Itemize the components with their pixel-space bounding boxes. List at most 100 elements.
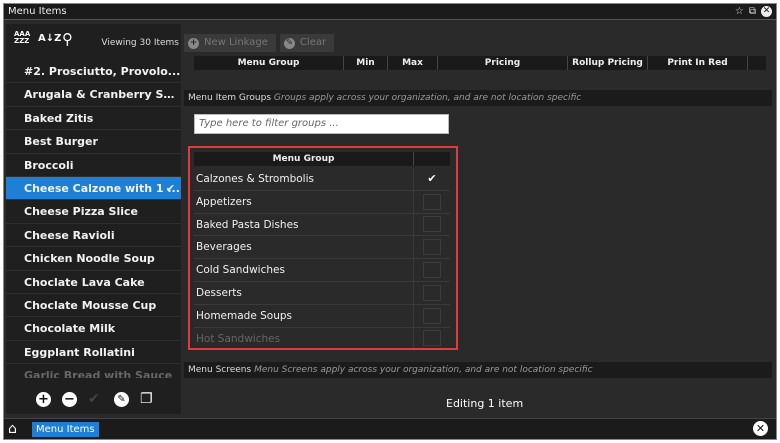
copy-icon[interactable]: ❐ bbox=[140, 391, 153, 407]
list-item-label: Choclate Mousse Cup bbox=[24, 298, 157, 312]
menu-group-rows: Calzones & Strombolis ✔ Appetizers Baked Pa… bbox=[194, 168, 450, 348]
list-item[interactable]: Broccoli bbox=[6, 154, 181, 177]
checkbox-box bbox=[423, 307, 441, 324]
list-item[interactable]: Cheese Ravioli bbox=[6, 224, 181, 248]
menu-group-name: Desserts bbox=[194, 281, 414, 304]
list-item[interactable]: Best Burger bbox=[6, 130, 181, 154]
sort-alpha-icon[interactable]: AAA ZZZ bbox=[14, 31, 30, 45]
title-bar: Menu Items ☆ ⧉ ✕ bbox=[4, 4, 776, 20]
sidebar-toolbar: AAA ZZZ A↓Z ⚲ Viewing 30 Items bbox=[6, 24, 181, 60]
menu-group-column: Menu Group bbox=[194, 152, 414, 166]
list-item-label: Chicken Noodle Soup bbox=[24, 252, 155, 266]
group-checkbox[interactable] bbox=[414, 305, 450, 327]
search-icon[interactable]: ⚲ bbox=[62, 30, 73, 48]
table-row[interactable]: Appetizers bbox=[194, 190, 450, 214]
checkbox-column bbox=[414, 152, 450, 166]
taskbar: ⌂ Menu Items ✕ bbox=[4, 418, 776, 439]
new-linkage-label: New Linkage bbox=[204, 37, 268, 48]
list-item[interactable]: Baked Zitis bbox=[6, 107, 181, 131]
clear-button[interactable]: ✎ Clear bbox=[279, 34, 335, 52]
home-icon[interactable]: ⌂ bbox=[8, 421, 17, 437]
table-row[interactable]: Hot Sandwiches bbox=[194, 327, 450, 348]
menu-group-name: Calzones & Strombolis bbox=[194, 168, 414, 190]
groups-section-note: Groups apply across your organization, a… bbox=[273, 93, 582, 103]
restore-icon[interactable]: ⧉ bbox=[749, 5, 756, 18]
list-item-label: Arugala & Cranberry Sa... bbox=[24, 88, 181, 102]
window-title: Menu Items bbox=[8, 6, 67, 17]
list-item[interactable]: Choclate Lava Cake bbox=[6, 271, 181, 294]
groups-section-title: Menu Item Groups bbox=[188, 93, 272, 103]
add-icon[interactable]: + bbox=[36, 392, 51, 407]
sort-asc-icon[interactable]: A↓Z bbox=[38, 33, 61, 44]
list-item[interactable]: Eggplant Rollatini bbox=[6, 341, 181, 365]
menu-group-name: Baked Pasta Dishes bbox=[194, 213, 414, 236]
group-checkbox[interactable] bbox=[414, 214, 450, 236]
checkbox-box bbox=[423, 216, 441, 233]
plus-icon: + bbox=[188, 37, 199, 49]
list-item[interactable]: Garlic Bread with Sauce bbox=[6, 364, 181, 378]
close-app-icon[interactable]: ✕ bbox=[753, 421, 768, 436]
linkage-toolbar: + New Linkage ✎ Clear bbox=[184, 34, 335, 52]
linkage-column-header[interactable]: Min bbox=[344, 56, 388, 70]
remove-icon[interactable]: − bbox=[62, 392, 77, 407]
group-checkbox[interactable] bbox=[414, 236, 450, 258]
menu-group-table: Menu Group Calzones & Strombolis ✔ Appetiz… bbox=[188, 146, 458, 350]
check-icon: ✔ bbox=[88, 391, 100, 407]
menu-group-name: Cold Sandwiches bbox=[194, 259, 414, 281]
eraser-icon: ✎ bbox=[283, 37, 295, 49]
linkage-column-header[interactable]: Print In Red bbox=[648, 56, 748, 70]
list-item[interactable]: Cheese Pizza Slice bbox=[6, 200, 181, 224]
linkage-column-header[interactable]: Menu Group bbox=[194, 56, 344, 70]
table-row[interactable]: Beverages bbox=[194, 236, 450, 260]
list-item[interactable]: Cheese Calzone with 1 ... ✔ bbox=[6, 176, 181, 201]
selected-check-icon: ✔ bbox=[165, 181, 175, 195]
table-row[interactable]: Cold Sandwiches bbox=[194, 259, 450, 282]
menu-group-name: Homemade Soups bbox=[194, 304, 414, 327]
checkmark-icon: ✔ bbox=[427, 172, 437, 186]
list-item-label: Chocolate Milk bbox=[24, 322, 116, 336]
list-item[interactable]: Chicken Noodle Soup bbox=[6, 247, 181, 271]
group-checkbox[interactable]: ✔ bbox=[414, 168, 450, 190]
menu-items-window: Menu Items ☆ ⧉ ✕ AAA ZZZ A↓Z ⚲ Viewing 3… bbox=[3, 3, 777, 440]
table-row[interactable]: Homemade Soups bbox=[194, 304, 450, 328]
menu-group-name: Beverages bbox=[194, 236, 414, 259]
group-filter-input[interactable]: Type here to filter groups ... bbox=[194, 114, 449, 134]
group-checkbox[interactable] bbox=[414, 191, 450, 213]
window-controls: ☆ ⧉ ✕ bbox=[735, 5, 772, 18]
checkbox-box bbox=[423, 239, 441, 256]
groups-section-header: Menu Item Groups Groups apply across you… bbox=[184, 90, 772, 106]
menu-group-name: Hot Sandwiches bbox=[194, 327, 414, 348]
checkbox-box bbox=[423, 284, 441, 301]
list-item-label: Broccoli bbox=[24, 158, 74, 172]
sidebar-actions: + − ✔ ✎ ❐ bbox=[6, 386, 181, 414]
table-row[interactable]: Desserts bbox=[194, 281, 450, 305]
list-item[interactable]: Choclate Mousse Cup bbox=[6, 294, 181, 318]
items-sidebar: AAA ZZZ A↓Z ⚲ Viewing 30 Items #2. Prosc… bbox=[6, 24, 181, 414]
list-item-label: #2. Prosciutto, Provolo... bbox=[24, 65, 181, 78]
pin-icon[interactable]: ☆ bbox=[735, 5, 744, 18]
list-item-label: Eggplant Rollatini bbox=[24, 345, 135, 359]
table-row[interactable]: Baked Pasta Dishes bbox=[194, 213, 450, 237]
list-item[interactable]: #2. Prosciutto, Provolo... bbox=[6, 60, 181, 84]
table-row[interactable]: Calzones & Strombolis ✔ bbox=[194, 168, 450, 191]
menu-items-tab[interactable]: Menu Items bbox=[32, 422, 99, 437]
group-checkbox[interactable] bbox=[414, 259, 450, 281]
group-checkbox[interactable] bbox=[414, 328, 450, 348]
list-item-label: Garlic Bread with Sauce bbox=[24, 369, 173, 378]
list-item-label: Cheese Ravioli bbox=[24, 228, 115, 242]
linkage-column-header[interactable]: Pricing bbox=[438, 56, 568, 70]
linkage-column-header[interactable]: Rollup Pricing bbox=[568, 56, 648, 70]
screens-section-note: Menu Screens apply across your organizat… bbox=[254, 365, 593, 375]
list-item[interactable]: Chocolate Milk bbox=[6, 317, 181, 341]
close-window-icon[interactable]: ✕ bbox=[761, 6, 772, 17]
menu-group-table-header: Menu Group bbox=[194, 152, 450, 166]
linkage-column-header[interactable]: Max bbox=[388, 56, 438, 70]
list-item[interactable]: Arugala & Cranberry Sa... bbox=[6, 83, 181, 107]
editing-status: Editing 1 item bbox=[446, 397, 524, 410]
new-linkage-button[interactable]: + New Linkage bbox=[184, 34, 276, 52]
list-item-label: Baked Zitis bbox=[24, 111, 94, 125]
edit-icon[interactable]: ✎ bbox=[114, 392, 129, 407]
group-checkbox[interactable] bbox=[414, 282, 450, 304]
checkbox-box bbox=[423, 330, 441, 347]
item-list: #2. Prosciutto, Provolo... Arugala & Cran… bbox=[6, 60, 181, 378]
